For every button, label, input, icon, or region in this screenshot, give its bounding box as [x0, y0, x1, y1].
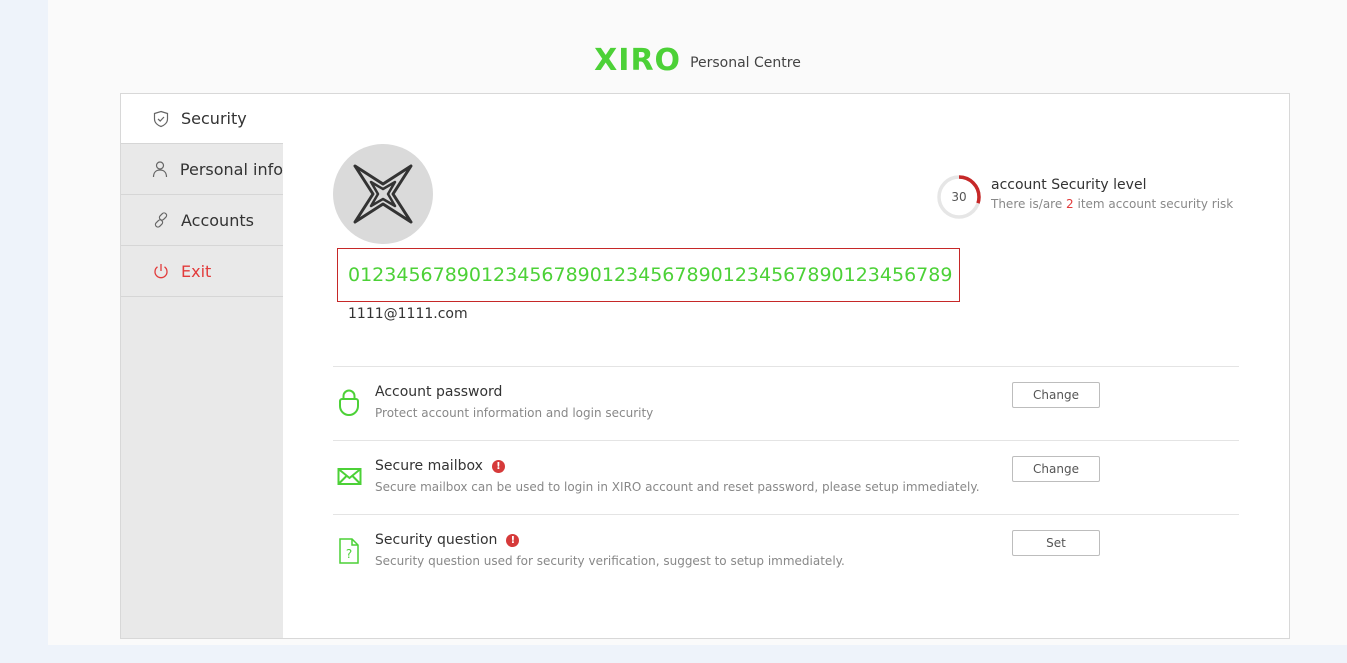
sidebar-item-label: Exit [181, 261, 212, 281]
person-icon [151, 159, 170, 179]
xiro-drone-logo-icon [353, 164, 413, 224]
item-desc: Protect account information and login se… [375, 406, 654, 420]
shield-icon [151, 109, 171, 129]
set-question-button[interactable]: Set [1012, 530, 1100, 556]
change-password-button[interactable]: Change [1012, 382, 1100, 408]
alert-icon: ! [506, 533, 520, 547]
sidebar-item-label: Personal info [179, 159, 283, 179]
security-risk-text: There is/are 2 item account security ris… [991, 197, 1234, 211]
security-item-question: ? Security question! Security question u… [333, 514, 1239, 588]
sidebar-item-label: Accounts [181, 210, 254, 230]
alert-icon: ! [491, 459, 505, 473]
sidebar: Security Personal info Accounts Exit [121, 94, 283, 638]
user-id: 0123456789012345678901234567890123456789… [337, 248, 960, 302]
sidebar-item-accounts[interactable]: Accounts [121, 195, 283, 246]
security-level: 30 account Security level There is/are 2… [936, 174, 1233, 220]
mail-icon [337, 463, 362, 491]
item-title: Account password [375, 384, 503, 400]
sidebar-item-exit[interactable]: Exit [121, 246, 283, 297]
security-item-mailbox: Secure mailbox! Secure mailbox can be us… [333, 440, 1239, 514]
xiro-logo: XIRO [594, 43, 682, 78]
main-panel: Security Personal info Accounts Exit 012… [120, 93, 1290, 639]
avatar[interactable] [333, 144, 433, 244]
link-icon [151, 210, 171, 230]
question-doc-icon: ? [337, 537, 361, 565]
power-icon [151, 261, 171, 281]
page: XIRO Personal Centre Security Personal i… [48, 0, 1347, 645]
risk-count: 2 [1066, 197, 1074, 211]
sidebar-item-security[interactable]: Security [121, 94, 283, 144]
lock-icon [337, 389, 361, 417]
item-desc: Security question used for security veri… [375, 554, 845, 568]
change-mailbox-button[interactable]: Change [1012, 456, 1100, 482]
item-desc: Secure mailbox can be used to login in X… [375, 480, 980, 494]
svg-text:?: ? [346, 547, 352, 561]
security-items: Account password Protect account informa… [333, 366, 1239, 588]
header: XIRO Personal Centre [48, 44, 1347, 78]
item-title: Security question! [375, 532, 520, 548]
security-score: 30 [951, 190, 967, 204]
sidebar-item-personal-info[interactable]: Personal info [121, 144, 283, 195]
sidebar-item-label: Security [181, 109, 247, 128]
user-email: 1111@1111.com [348, 306, 468, 322]
security-item-password: Account password Protect account informa… [333, 366, 1239, 440]
security-level-title: account Security level [991, 177, 1147, 193]
item-title: Secure mailbox! [375, 458, 505, 474]
security-score-gauge: 30 [936, 174, 982, 220]
page-title: Personal Centre [690, 55, 801, 71]
